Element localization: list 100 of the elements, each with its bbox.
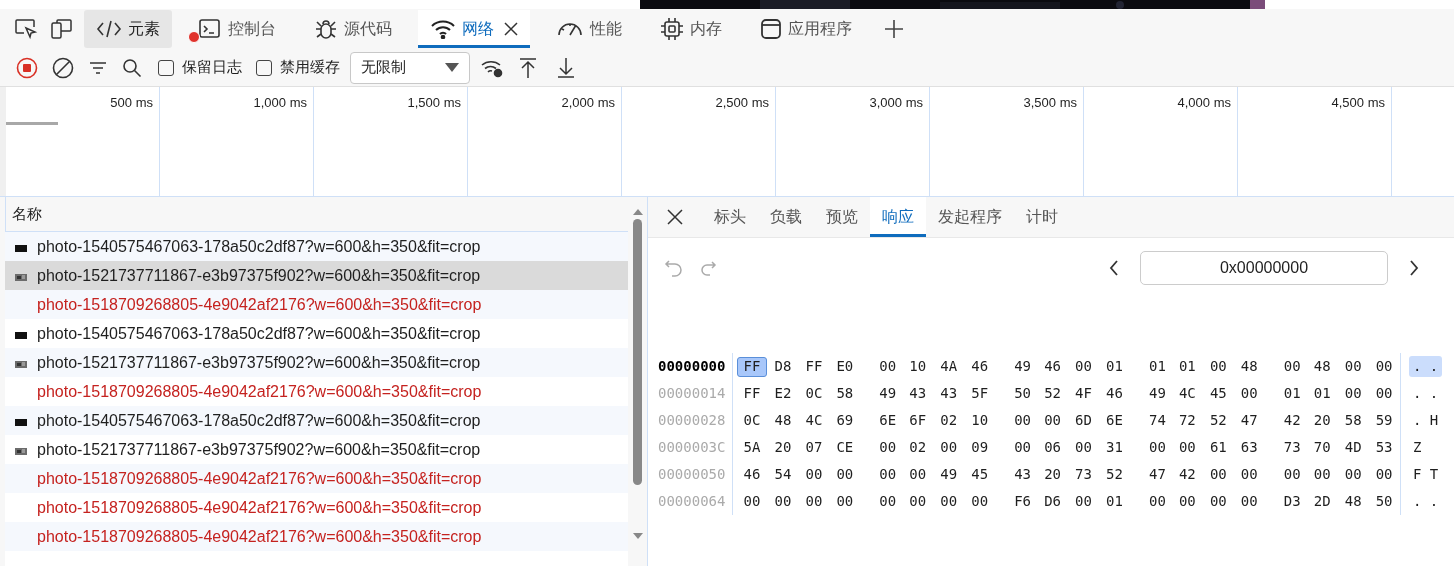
hex-byte[interactable]: 00: [1172, 437, 1203, 458]
panel-tab[interactable]: 性能: [544, 10, 634, 48]
hex-byte[interactable]: 63: [1234, 437, 1265, 458]
hex-byte[interactable]: 00: [1369, 356, 1400, 377]
hex-byte[interactable]: 00: [872, 491, 903, 512]
request-row[interactable]: photo-1521737711867-e3b97375f902?w=600&h=350&fit=crop: [5, 261, 628, 290]
hex-byte[interactable]: 00: [1234, 491, 1265, 512]
hex-byte[interactable]: 00: [1234, 383, 1265, 404]
hex-byte[interactable]: 00: [1007, 410, 1038, 431]
hex-byte[interactable]: 00: [737, 491, 767, 512]
hex-byte[interactable]: 74: [1142, 410, 1173, 431]
hex-byte[interactable]: 54: [767, 464, 798, 485]
hex-byte[interactable]: 53: [1369, 437, 1400, 458]
hex-byte[interactable]: 48: [1338, 491, 1369, 512]
scrollbar-thumb[interactable]: [633, 219, 642, 485]
hex-byte[interactable]: FF: [737, 383, 767, 404]
hex-byte[interactable]: 0C: [737, 410, 767, 431]
detail-tab[interactable]: 响应: [870, 197, 926, 237]
hex-byte[interactable]: 00: [1307, 464, 1338, 485]
hex-byte[interactable]: 48: [1234, 356, 1265, 377]
hex-byte[interactable]: 00: [1203, 356, 1234, 377]
add-tab-icon[interactable]: [884, 19, 904, 39]
hex-byte[interactable]: 42: [1172, 464, 1203, 485]
hex-byte[interactable]: 52: [1203, 410, 1234, 431]
hex-byte[interactable]: 00: [1142, 437, 1173, 458]
hex-byte[interactable]: 43: [1007, 464, 1038, 485]
request-row[interactable]: photo-1518709268805-4e9042af2176?w=600&h=350&fit=crop: [5, 522, 628, 551]
hex-byte[interactable]: 46: [1099, 383, 1130, 404]
previous-icon[interactable]: [1108, 259, 1120, 277]
hex-byte[interactable]: 6D: [1068, 410, 1099, 431]
hex-byte[interactable]: 43: [902, 383, 933, 404]
hex-byte[interactable]: 02: [902, 437, 933, 458]
hex-byte[interactable]: 48: [1307, 356, 1338, 377]
hex-byte[interactable]: 6F: [902, 410, 933, 431]
hex-byte[interactable]: 01: [1307, 383, 1338, 404]
scroll-up-icon[interactable]: [632, 207, 643, 215]
hex-byte[interactable]: 00: [1142, 491, 1173, 512]
hex-byte[interactable]: 20: [1037, 464, 1068, 485]
hex-byte[interactable]: 00: [1203, 491, 1234, 512]
hex-byte[interactable]: 47: [1234, 410, 1265, 431]
hex-byte[interactable]: 42: [1277, 410, 1308, 431]
hex-byte[interactable]: 0C: [798, 383, 829, 404]
request-row[interactable]: photo-1540575467063-178a50c2df87?w=600&h=350&fit=crop: [5, 232, 628, 261]
hex-byte[interactable]: 00: [902, 491, 933, 512]
panel-tab[interactable]: 元素: [84, 10, 172, 48]
throttling-dropdown[interactable]: 无限制: [350, 51, 470, 84]
hex-byte[interactable]: 00: [1037, 410, 1068, 431]
hex-byte[interactable]: 4A: [933, 356, 964, 377]
detail-tab[interactable]: 负载: [758, 197, 814, 237]
hex-byte[interactable]: D6: [1037, 491, 1068, 512]
checkbox[interactable]: [256, 59, 272, 76]
checkbox[interactable]: [158, 59, 174, 76]
hex-byte[interactable]: 46: [964, 356, 995, 377]
hex-byte[interactable]: D8: [767, 356, 798, 377]
hex-byte[interactable]: 01: [1172, 356, 1203, 377]
panel-tab[interactable]: 控制台: [186, 10, 288, 48]
request-row[interactable]: photo-1521737711867-e3b97375f902?w=600&h=350&fit=crop: [5, 348, 628, 377]
hex-byte[interactable]: 07: [798, 437, 829, 458]
hex-byte[interactable]: 00: [1369, 383, 1400, 404]
device-icon[interactable]: [50, 18, 74, 40]
hex-byte[interactable]: 2D: [1307, 491, 1338, 512]
hex-byte[interactable]: CE: [829, 437, 860, 458]
hex-byte[interactable]: 4F: [1068, 383, 1099, 404]
hex-byte[interactable]: 69: [829, 410, 860, 431]
hex-byte[interactable]: 01: [1142, 356, 1173, 377]
hex-byte[interactable]: 10: [964, 410, 995, 431]
hex-byte[interactable]: 5A: [737, 437, 767, 458]
hex-byte[interactable]: 09: [964, 437, 995, 458]
hex-byte[interactable]: 45: [1203, 383, 1234, 404]
detail-tab[interactable]: 计时: [1014, 197, 1070, 237]
hex-byte[interactable]: 4D: [1338, 437, 1369, 458]
hex-byte[interactable]: 58: [829, 383, 860, 404]
hex-byte[interactable]: E2: [767, 383, 798, 404]
hex-byte[interactable]: FF: [737, 356, 767, 377]
hex-byte[interactable]: 50: [1369, 491, 1400, 512]
hex-byte[interactable]: 00: [798, 491, 829, 512]
hex-byte[interactable]: 00: [1369, 464, 1400, 485]
hex-byte[interactable]: 49: [933, 464, 964, 485]
hex-byte[interactable]: 49: [1007, 356, 1038, 377]
hex-byte[interactable]: 00: [1338, 383, 1369, 404]
hex-byte[interactable]: 73: [1277, 437, 1308, 458]
record-stop-icon[interactable]: [16, 56, 38, 79]
hex-byte[interactable]: 49: [872, 383, 903, 404]
hex-byte[interactable]: 31: [1099, 437, 1130, 458]
clear-icon[interactable]: [52, 56, 74, 79]
hex-byte[interactable]: 00: [829, 464, 860, 485]
hex-byte[interactable]: 59: [1369, 410, 1400, 431]
hex-byte[interactable]: 00: [933, 437, 964, 458]
close-icon[interactable]: [667, 209, 683, 225]
hex-byte[interactable]: 48: [767, 410, 798, 431]
hex-byte[interactable]: 73: [1068, 464, 1099, 485]
hex-byte[interactable]: 20: [1307, 410, 1338, 431]
hex-byte[interactable]: 00: [1277, 356, 1308, 377]
hex-byte[interactable]: 49: [1142, 383, 1173, 404]
close-icon[interactable]: [504, 22, 518, 36]
hex-byte[interactable]: 00: [1007, 437, 1038, 458]
hex-byte[interactable]: 10: [902, 356, 933, 377]
upload-icon[interactable]: [518, 56, 538, 79]
address-field[interactable]: 0x00000000: [1140, 251, 1388, 285]
hex-byte[interactable]: 00: [798, 464, 829, 485]
